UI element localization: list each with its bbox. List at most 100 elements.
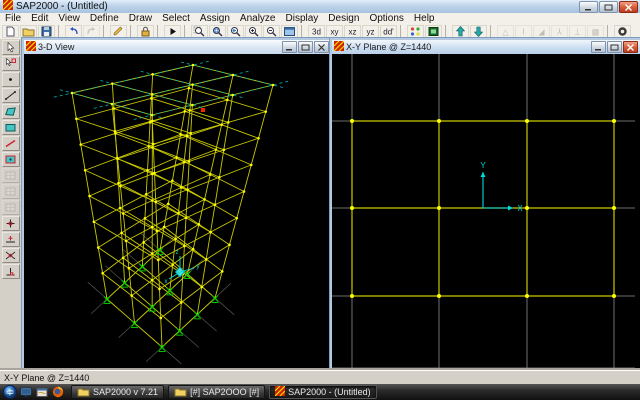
folder-icon — [174, 386, 187, 399]
zoom-out-button[interactable] — [263, 25, 280, 38]
sap-icon — [275, 386, 285, 398]
view-yz-button[interactable]: yz — [362, 25, 379, 38]
menu-analyze[interactable]: Analyze — [235, 13, 281, 24]
taskbar-button-label: SAP2000 - (Untitled) — [288, 387, 371, 397]
view-xz-button[interactable]: xz — [344, 25, 361, 38]
xy-plane-title: X-Y Plane @ Z=1440 — [346, 42, 431, 52]
svg-text:X: X — [517, 204, 523, 213]
move-down-gridline-button[interactable] — [470, 25, 487, 38]
svg-text:y: y — [197, 264, 200, 270]
firefox-icon[interactable] — [51, 386, 65, 399]
refresh-window-button[interactable] — [110, 25, 127, 38]
zoom-window-button[interactable] — [191, 25, 208, 38]
maximize-button[interactable] — [298, 41, 313, 53]
maximize-button[interactable] — [599, 1, 618, 13]
view-3d-title: 3-D View — [38, 42, 74, 52]
open-file-button[interactable] — [20, 25, 37, 38]
toolbar-separator — [301, 25, 305, 38]
undo-button[interactable] — [65, 25, 82, 38]
maximize-button[interactable] — [607, 41, 622, 53]
save-file-button[interactable] — [38, 25, 55, 38]
start-button[interactable] — [2, 385, 17, 400]
snap-joints-button[interactable] — [2, 216, 20, 231]
menu-select[interactable]: Select — [157, 13, 195, 24]
3d-model-viewport[interactable]: z y x — [24, 54, 327, 369]
assign-support-button: ⊥ — [569, 25, 586, 38]
toolbar-separator — [490, 25, 494, 38]
svg-text:z: z — [176, 250, 179, 256]
view-3d-button[interactable]: 3d — [308, 25, 325, 38]
menu-edit[interactable]: Edit — [26, 13, 53, 24]
title-bar[interactable]: SAP2000 - (Untitled) — [0, 0, 640, 14]
close-button[interactable] — [314, 41, 329, 53]
taskbar-button-1[interactable]: SAP2000 v 7.21 — [71, 385, 164, 399]
draw-rect-area-button[interactable] — [2, 120, 20, 135]
minimize-button[interactable] — [579, 1, 598, 13]
menu-file[interactable]: File — [0, 13, 26, 24]
taskbar-button-2[interactable]: [#] SAP2OOO [#] — [168, 385, 265, 399]
minimize-button[interactable] — [591, 41, 606, 53]
svg-text:x: x — [165, 279, 168, 285]
menu-draw[interactable]: Draw — [124, 13, 157, 24]
snap-midpoints-button[interactable] — [2, 232, 20, 247]
quick-draw-area-button[interactable] — [2, 152, 20, 167]
pointer-select-button[interactable] — [2, 40, 20, 55]
menu-options[interactable]: Options — [364, 13, 408, 24]
menu-assign[interactable]: Assign — [195, 13, 235, 24]
menu-display[interactable]: Display — [281, 13, 324, 24]
taskbar-button-label: SAP2000 v 7.21 — [93, 387, 158, 397]
menu-define[interactable]: Define — [85, 13, 124, 24]
pan-button[interactable] — [281, 25, 298, 38]
xy-plane-titlebar[interactable]: X-Y Plane @ Z=1440 — [332, 40, 640, 54]
show-desktop-icon[interactable] — [19, 386, 33, 399]
close-button[interactable] — [623, 41, 638, 53]
status-text: X-Y Plane @ Z=1440 — [4, 373, 89, 383]
move-up-gridline-button[interactable] — [452, 25, 469, 38]
view-3d-titlebar[interactable]: 3-D View — [24, 40, 331, 54]
close-button[interactable] — [619, 1, 638, 13]
set-elements-button[interactable] — [425, 25, 442, 38]
quick-draw-frame-button[interactable] — [2, 136, 20, 151]
draw-joint-button[interactable] — [2, 72, 20, 87]
xy-plane-window: X-Y Plane @ Z=1440 YX — [330, 38, 640, 375]
sap2000-window-icon — [334, 41, 344, 53]
svg-text:▦: ▦ — [592, 28, 600, 37]
menu-design[interactable]: Design — [323, 13, 364, 24]
svg-text:xz: xz — [349, 28, 357, 37]
minimize-button[interactable] — [282, 41, 297, 53]
frame-sections-button[interactable] — [614, 25, 631, 38]
toolbar-separator — [400, 25, 404, 38]
draw-quad-area-button[interactable] — [2, 104, 20, 119]
snap-perpendicular-button[interactable] — [2, 264, 20, 279]
snap-intersections-button[interactable] — [2, 248, 20, 263]
menu-view[interactable]: View — [53, 13, 85, 24]
taskbar-button-3[interactable]: SAP2000 - (Untitled) — [269, 385, 377, 399]
menu-help[interactable]: Help — [409, 13, 440, 24]
draw-frame-button[interactable] — [2, 88, 20, 103]
toolbar-separator — [157, 25, 161, 38]
explorer-icon[interactable] — [35, 386, 49, 399]
perspective-button[interactable]: dd' — [380, 25, 397, 38]
run-analysis-button[interactable] — [164, 25, 181, 38]
draw-special-3-button — [2, 200, 20, 215]
view-xy-button[interactable]: xy — [326, 25, 343, 38]
zoom-full-button[interactable] — [209, 25, 226, 38]
menu-bar: FileEditViewDefineDrawSelectAssignAnalyz… — [0, 13, 640, 24]
plan-grid-viewport[interactable]: YX — [332, 54, 636, 369]
assign-mesh-button: ▦ — [587, 25, 604, 38]
svg-text:dd': dd' — [383, 28, 394, 37]
lock-model-button[interactable] — [137, 25, 154, 38]
window-title: SAP2000 - (Untitled) — [16, 1, 108, 12]
object-shrink-button[interactable] — [407, 25, 424, 38]
zoom-in-button[interactable] — [245, 25, 262, 38]
reshape-element-button[interactable] — [2, 56, 20, 71]
svg-text:yz: yz — [367, 28, 375, 37]
view-3d-window: 3-D View z y x — [22, 38, 333, 375]
draw-special-1-button — [2, 168, 20, 183]
new-file-button[interactable] — [2, 25, 19, 38]
toolbar-separator — [445, 25, 449, 38]
toolbar-separator — [607, 25, 611, 38]
svg-text:△: △ — [502, 28, 509, 37]
toolbar-separator — [130, 25, 134, 38]
zoom-previous-button[interactable] — [227, 25, 244, 38]
